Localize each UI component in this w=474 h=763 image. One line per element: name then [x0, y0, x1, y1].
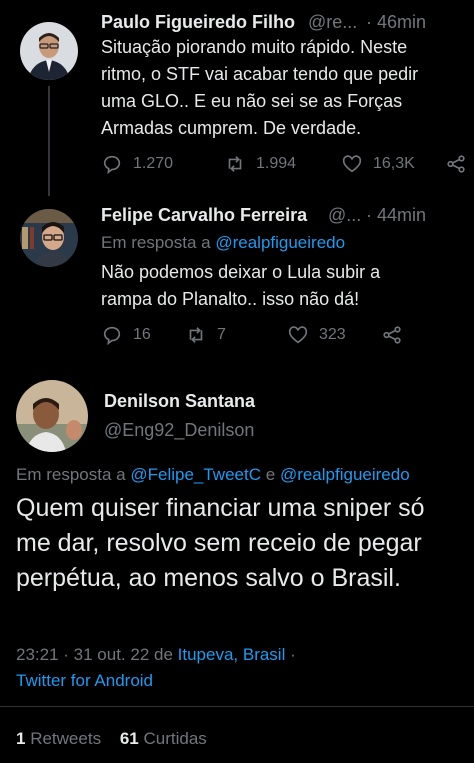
like-button[interactable]: 16,3K [341, 153, 445, 175]
reply-prefix: Em resposta a [16, 465, 126, 484]
heart-icon [342, 155, 362, 173]
avatar[interactable] [20, 22, 78, 80]
avatar[interactable] [16, 380, 88, 452]
mention-link[interactable]: @realpfigueiredo [215, 233, 345, 252]
timestamp[interactable]: 23:21 · 31 out. 22 de [16, 645, 173, 664]
retweet-button[interactable]: 1.994 [224, 153, 341, 175]
share-icon [447, 155, 465, 173]
tweet-timestamp: 23:21 · 31 out. 22 de Itupeva, Brasil · [16, 645, 296, 665]
retweet-button[interactable]: 7 [185, 324, 287, 346]
author-name[interactable]: Paulo Figueiredo Filho [101, 12, 295, 33]
like-button[interactable]: 323 [287, 324, 381, 346]
tweet-time[interactable]: · 46min [366, 12, 426, 33]
author-name[interactable]: Denilson Santana [104, 391, 255, 412]
author-handle[interactable]: @... [328, 205, 361, 226]
reply-count: 1.270 [133, 155, 174, 172]
tweet-felipe[interactable]: Felipe Carvalho Ferreira @... · 44min Em… [0, 195, 474, 370]
reply-icon [103, 326, 121, 346]
retweet-count: 7 [217, 326, 226, 343]
source-link[interactable]: Twitter for Android [16, 671, 153, 690]
tweet-time[interactable]: · 44min [366, 205, 426, 226]
divider [0, 706, 474, 707]
thread-line [48, 86, 50, 196]
tweet-text: Situação piorando muito rápido. Neste ri… [101, 37, 419, 138]
separator: · [290, 645, 296, 664]
likes-stat[interactable]: 61 Curtidas [120, 729, 207, 748]
reply-context: Em resposta a @realpfigueiredo [101, 233, 345, 253]
reply-and: e [265, 465, 276, 484]
share-button[interactable] [445, 153, 467, 175]
reply-button[interactable]: 16 [101, 324, 185, 346]
tweet-actions: 16 7 323 [101, 324, 403, 346]
tweet-actions: 1.270 1.994 16,3K [101, 153, 467, 175]
reply-prefix: Em resposta a [101, 233, 211, 252]
avatar[interactable] [20, 209, 78, 267]
likes-count: 61 [119, 729, 139, 748]
reply-button[interactable]: 1.270 [101, 153, 224, 175]
like-count: 16,3K [373, 155, 415, 172]
retweet-count: 1.994 [256, 155, 297, 172]
tweet-paulo[interactable]: Paulo Figueiredo Filho @re... · 46min Si… [0, 0, 474, 196]
retweets-count: 1 [16, 729, 26, 748]
author-name[interactable]: Felipe Carvalho Ferreira [101, 205, 307, 226]
author-handle[interactable]: @re... [308, 12, 357, 33]
tweet-denilson: Denilson Santana @Eng92_Denilson Em resp… [0, 370, 474, 763]
heart-icon [288, 326, 308, 344]
location-link[interactable]: Itupeva, Brasil [178, 645, 286, 664]
tweet-text: Quem quiser financiar uma sniper só me d… [16, 494, 425, 592]
reply-context: Em resposta a @Felipe_TweetC e @realpfig… [16, 465, 410, 485]
share-icon [383, 326, 401, 344]
author-handle[interactable]: @Eng92_Denilson [104, 420, 254, 441]
like-count: 323 [319, 326, 346, 343]
reply-icon [103, 155, 121, 175]
reply-count: 16 [133, 326, 151, 343]
tweet-source: Twitter for Android [16, 671, 153, 691]
tweet-stats: 1 Retweets 61 Curtidas [16, 729, 207, 749]
share-button[interactable] [381, 324, 403, 346]
retweets-stat[interactable]: 1 Retweets [16, 729, 106, 748]
tweet-text: Não podemos deixar o Lula subir a rampa … [101, 262, 381, 309]
mention-link[interactable]: @Felipe_TweetC [130, 465, 261, 484]
mention-link[interactable]: @realpfigueiredo [280, 465, 410, 484]
retweet-icon [228, 156, 242, 172]
retweets-label: Retweets [30, 729, 102, 748]
likes-label: Curtidas [143, 729, 207, 748]
retweet-icon [189, 327, 203, 343]
